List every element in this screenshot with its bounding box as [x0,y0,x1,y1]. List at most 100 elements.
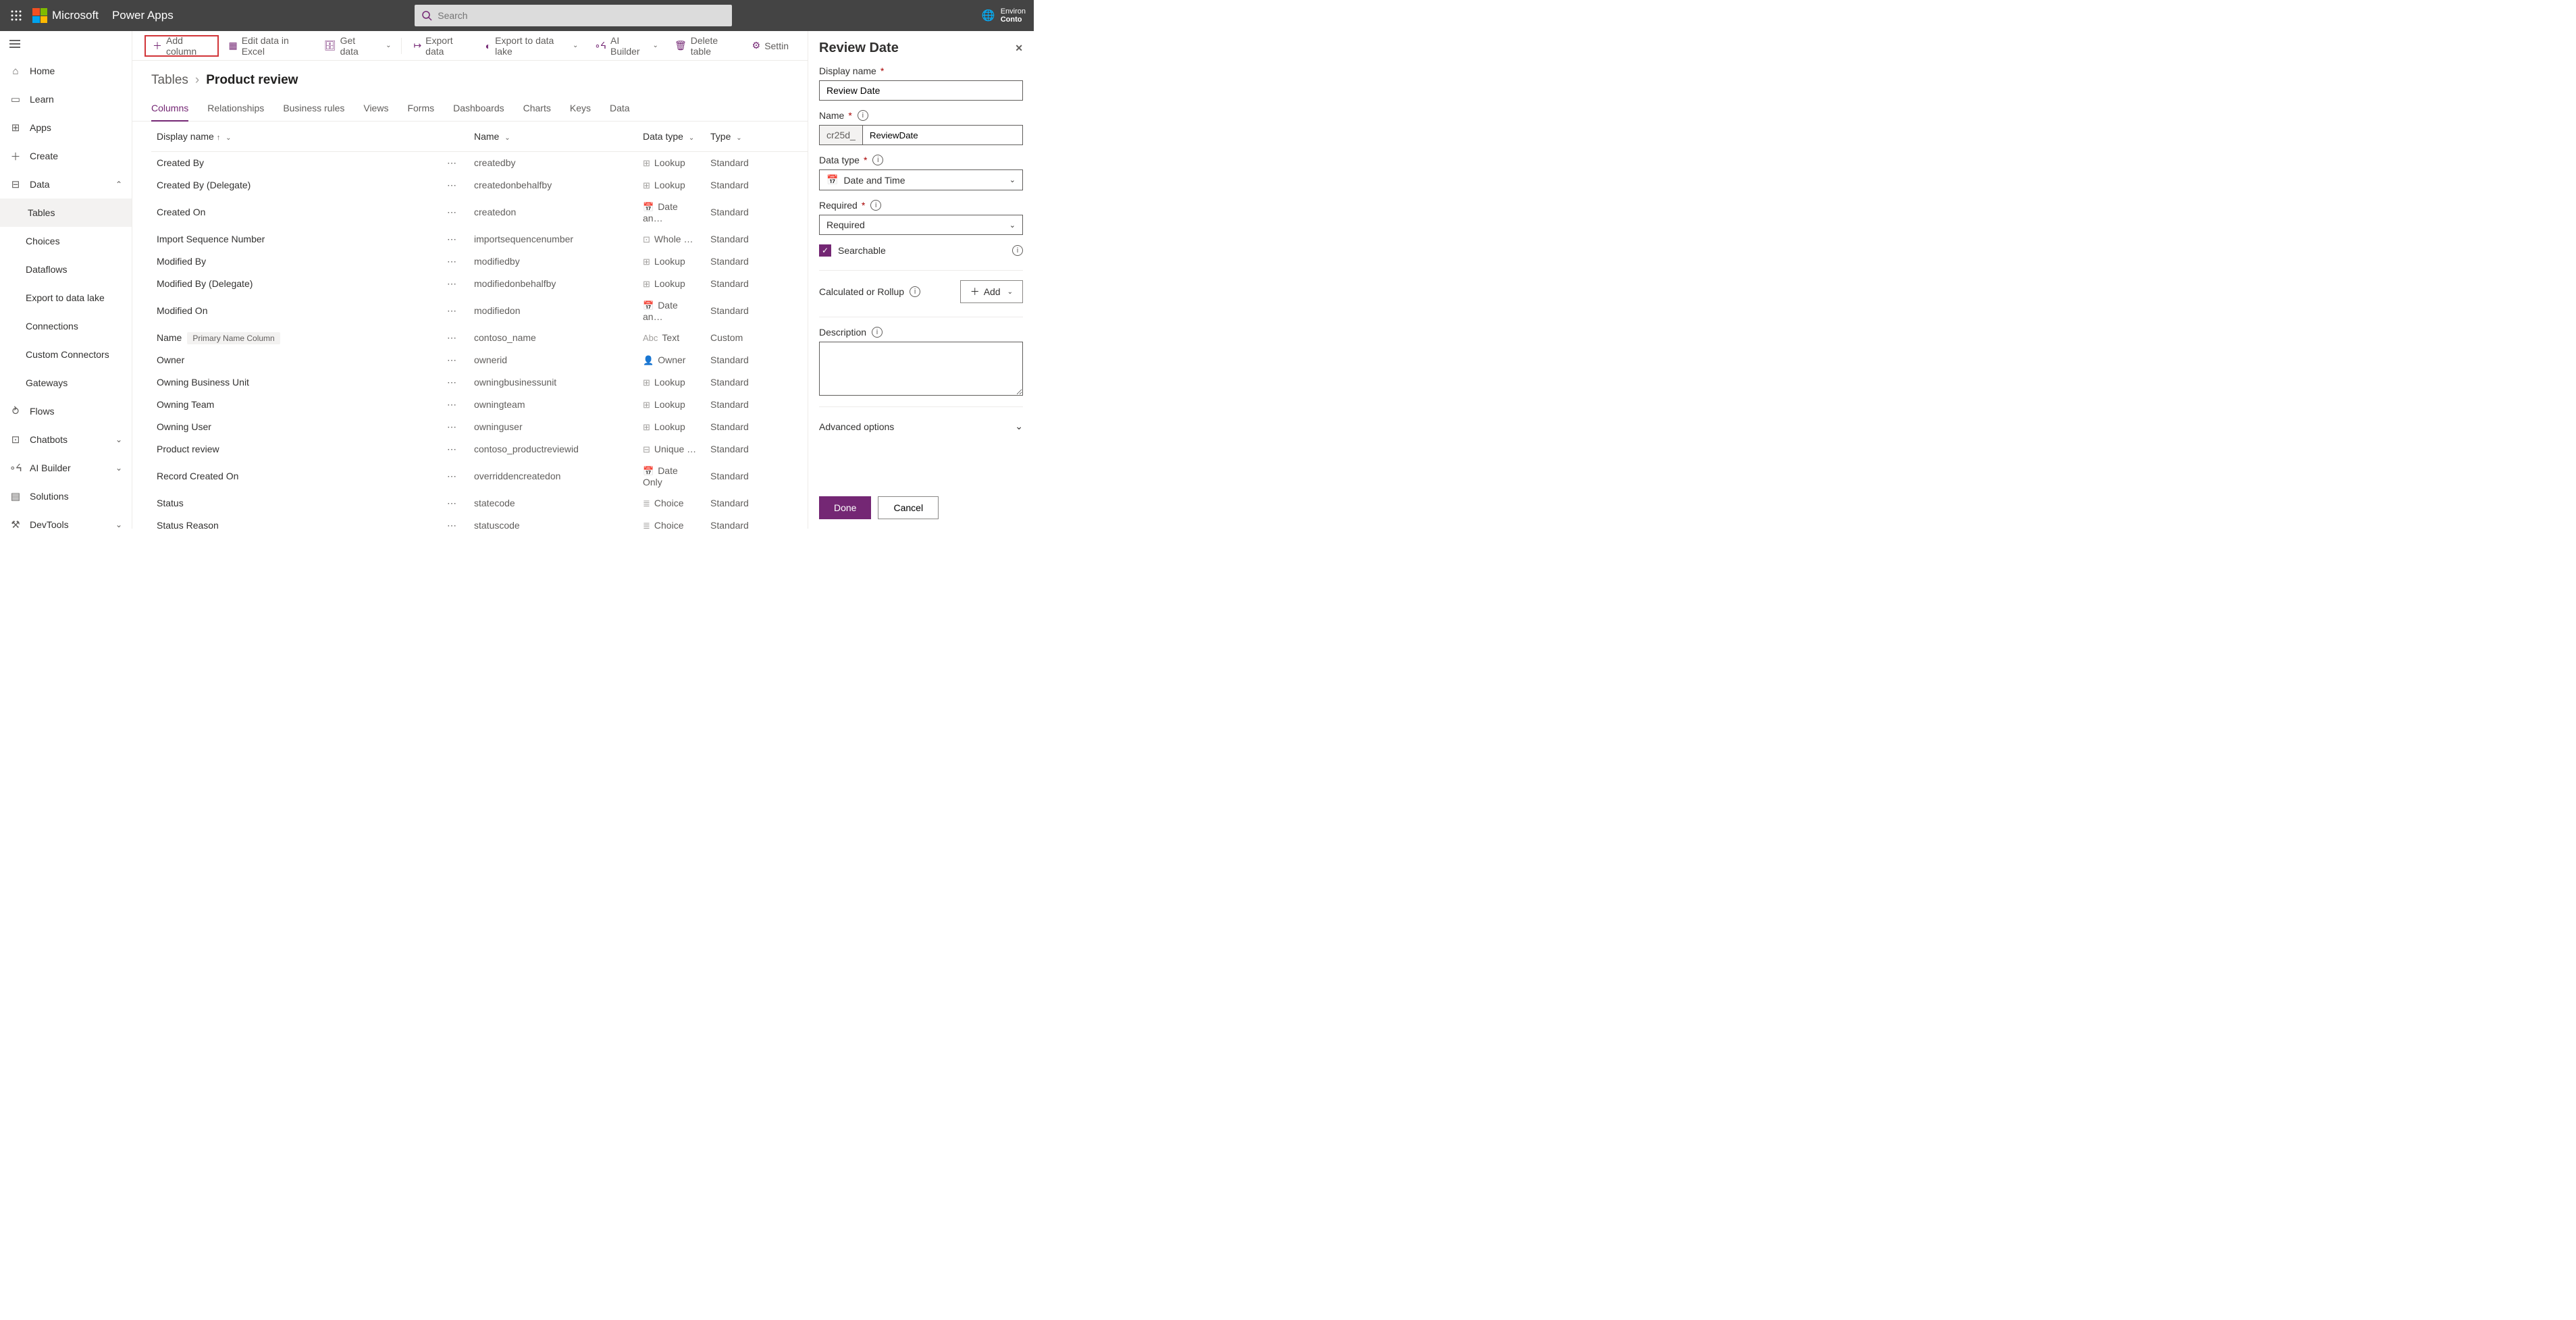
table-row[interactable]: Import Sequence Number ⋯ importsequencen… [151,228,808,250]
tab-dashboards[interactable]: Dashboards [453,97,504,121]
row-more-icon[interactable]: ⋯ [442,174,469,196]
name-input[interactable] [862,125,1023,145]
info-icon[interactable]: i [872,327,883,338]
get-data-dropdown[interactable]: ⌄ [382,35,395,57]
row-more-icon[interactable]: ⋯ [442,371,469,394]
hamburger-icon[interactable] [0,31,132,57]
nav-sub-custom-connectors[interactable]: Custom Connectors [0,340,132,369]
flow-icon: ⥁ [9,405,22,417]
done-button[interactable]: Done [819,496,871,519]
table-row[interactable]: Record Created On ⋯ overriddencreatedon … [151,460,808,492]
settings-button[interactable]: ⚙ Settin [745,35,795,57]
info-icon[interactable]: i [870,200,881,211]
row-more-icon[interactable]: ⋯ [442,152,469,174]
col-type[interactable]: Type ⌄ [705,122,808,152]
table-row[interactable]: Modified On ⋯ modifiedon 📅Date an… Stand… [151,295,808,327]
info-icon[interactable]: i [872,155,883,165]
col-name[interactable]: Name ⌄ [469,122,637,152]
nav-home[interactable]: ⌂Home [0,57,132,85]
tab-business-rules[interactable]: Business rules [283,97,344,121]
table-row[interactable]: Created On ⋯ createdon 📅Date an… Standar… [151,196,808,228]
cell-type: Standard [705,514,808,529]
required-select[interactable]: Required ⌄ [819,215,1023,235]
nav-devtools[interactable]: ⚒DevTools⌄ [0,510,132,529]
row-more-icon[interactable]: ⋯ [442,295,469,327]
col-display-name[interactable]: Display name ↑ ⌄ [151,122,442,152]
nav-data[interactable]: ⊟Data⌃ [0,170,132,199]
tab-columns[interactable]: Columns [151,97,188,122]
row-more-icon[interactable]: ⋯ [442,349,469,371]
table-row[interactable]: Owning Team ⋯ owningteam ⊞Lookup Standar… [151,394,808,416]
table-row[interactable]: Product review ⋯ contoso_productreviewid… [151,438,808,460]
nav-learn[interactable]: ▭Learn [0,85,132,113]
environment-picker[interactable]: 🌐 Environ Conto [974,7,1034,24]
row-more-icon[interactable]: ⋯ [442,394,469,416]
cancel-button[interactable]: Cancel [878,496,939,519]
info-icon[interactable]: i [858,110,868,121]
add-column-button[interactable]: ＋ Add column [144,35,219,57]
table-row[interactable]: Created By ⋯ createdby ⊞Lookup Standard [151,152,808,174]
data-type-select[interactable]: 📅 Date and Time ⌄ [819,169,1023,190]
row-more-icon[interactable]: ⋯ [442,492,469,514]
ai-builder-button[interactable]: ∘ᔦ AI Builder ⌄ [587,35,665,57]
row-more-icon[interactable]: ⋯ [442,438,469,460]
row-more-icon[interactable]: ⋯ [442,273,469,295]
table-row[interactable]: Owning Business Unit ⋯ owningbusinessuni… [151,371,808,394]
nav-label: Apps [30,122,51,133]
tab-relationships[interactable]: Relationships [207,97,264,121]
close-icon[interactable]: ✕ [1015,43,1023,54]
row-more-icon[interactable]: ⋯ [442,514,469,529]
table-row[interactable]: Status Reason ⋯ statuscode ≣Choice Stand… [151,514,808,529]
row-more-icon[interactable]: ⋯ [442,228,469,250]
tab-keys[interactable]: Keys [570,97,591,121]
display-name-input[interactable] [819,80,1023,101]
nav-sub-export-to-data-lake[interactable]: Export to data lake [0,284,132,312]
tab-charts[interactable]: Charts [523,97,551,121]
table-row[interactable]: Modified By ⋯ modifiedby ⊞Lookup Standar… [151,250,808,273]
nav-solutions[interactable]: ▤Solutions [0,482,132,510]
table-row[interactable]: Modified By (Delegate) ⋯ modifiedonbehal… [151,273,808,295]
search-box[interactable] [415,5,732,26]
nav-sub-dataflows[interactable]: Dataflows [0,255,132,284]
datatype-icon: ⊞ [643,279,650,289]
app-launcher-icon[interactable] [0,0,32,31]
edit-excel-button[interactable]: ▦ Edit data in Excel [221,35,314,57]
tab-forms[interactable]: Forms [407,97,434,121]
cell-display: Owning Business Unit [151,371,442,394]
export-data-button[interactable]: ↦ Export data [406,35,475,57]
nav-sub-connections[interactable]: Connections [0,312,132,340]
get-data-button[interactable]: 🗄 Get data [317,35,379,57]
delete-table-button[interactable]: 🗑 Delete table [668,35,743,57]
info-icon[interactable]: i [910,286,920,297]
col-datatype[interactable]: Data type ⌄ [637,122,705,152]
table-row[interactable]: Status ⋯ statecode ≣Choice Standard [151,492,808,514]
nav-create[interactable]: ＋Create [0,142,132,170]
nav-flows[interactable]: ⥁Flows [0,397,132,425]
nav-sub-tables[interactable]: Tables [0,199,132,227]
table-row[interactable]: Created By (Delegate) ⋯ createdonbehalfb… [151,174,808,196]
table-row[interactable]: Owner ⋯ ownerid 👤Owner Standard [151,349,808,371]
row-more-icon[interactable]: ⋯ [442,416,469,438]
export-lake-button[interactable]: ◐ Export to data lake ⌄ [479,35,585,57]
tab-data[interactable]: Data [610,97,630,121]
description-textarea[interactable] [819,342,1023,396]
breadcrumb-root[interactable]: Tables [151,73,188,88]
row-more-icon[interactable]: ⋯ [442,327,469,349]
info-icon[interactable]: i [1012,245,1023,256]
add-button[interactable]: ＋ Add ⌄ [960,280,1023,303]
search-input[interactable] [432,10,725,21]
table-row[interactable]: NamePrimary Name Column ⋯ contoso_name A… [151,327,808,349]
cell-type: Standard [705,416,808,438]
nav-chatbots[interactable]: ⊡Chatbots⌄ [0,425,132,454]
row-more-icon[interactable]: ⋯ [442,460,469,492]
nav-apps[interactable]: ⊞Apps [0,113,132,142]
searchable-checkbox[interactable]: ✓ [819,244,831,257]
table-row[interactable]: Owning User ⋯ owninguser ⊞Lookup Standar… [151,416,808,438]
row-more-icon[interactable]: ⋯ [442,196,469,228]
nav-sub-choices[interactable]: Choices [0,227,132,255]
tab-views[interactable]: Views [363,97,388,121]
advanced-options-toggle[interactable]: Advanced options ⌄ [819,417,1023,436]
nav-ai-builder[interactable]: ∘ᔦAI Builder⌄ [0,454,132,482]
row-more-icon[interactable]: ⋯ [442,250,469,273]
nav-sub-gateways[interactable]: Gateways [0,369,132,397]
